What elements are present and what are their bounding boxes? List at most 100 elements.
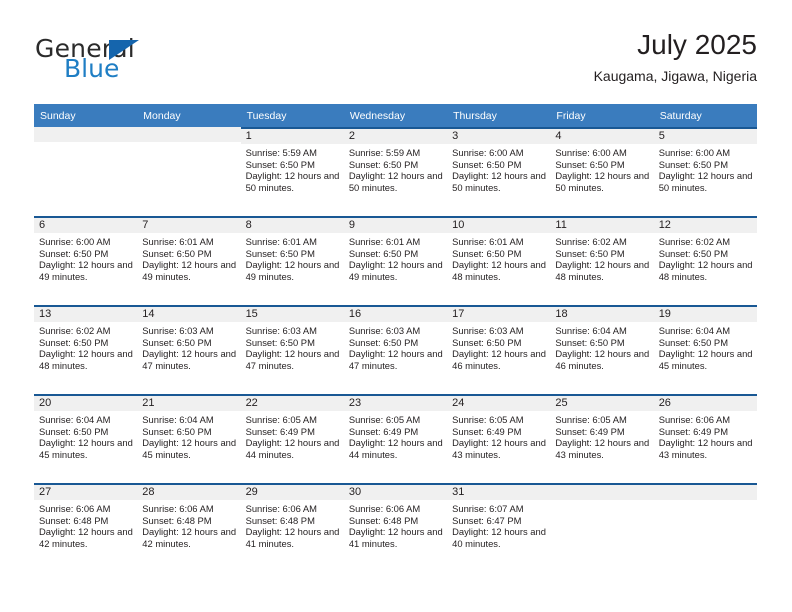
day-cell-empty: [137, 127, 241, 216]
day-cell[interactable]: 17 Sunrise: 6:03 AM Sunset: 6:50 PM Dayligh…: [447, 305, 551, 394]
title-block: July 2025 Kaugama, Jigawa, Nigeria: [594, 28, 757, 84]
day-cell[interactable]: 14 Sunrise: 6:03 AM Sunset: 6:50 PM Dayligh…: [137, 305, 241, 394]
calendar-cell: 2 Sunrise: 5:59 AM Sunset: 6:50 PM Daylight…: [343, 127, 448, 216]
day-cell[interactable]: 19 Sunrise: 6:04 AM Sunset: 6:50 PM Dayligh…: [653, 305, 757, 394]
page-subtitle: Kaugama, Jigawa, Nigeria: [593, 68, 757, 84]
sunrise-text: Sunrise: 6:03 AM: [142, 325, 214, 336]
calendar-cell: 21 Sunrise: 6:04 AM Sunset: 6:50 PM Dayligh…: [137, 394, 241, 483]
day-details: Sunrise: 6:06 AM Sunset: 6:48 PM Daylight:…: [34, 500, 137, 549]
day-cell[interactable]: 30 Sunrise: 6:06 AM Sunset: 6:48 PM Dayligh…: [343, 483, 448, 572]
day-details: Sunrise: 6:04 AM Sunset: 6:50 PM Daylight:…: [137, 411, 240, 460]
day-cell[interactable]: 4 Sunrise: 6:00 AM Sunset: 6:50 PM Daylight…: [550, 127, 654, 216]
calendar-cell: 6 Sunrise: 6:00 AM Sunset: 6:50 PM Daylight…: [34, 216, 138, 305]
day-cell[interactable]: 6 Sunrise: 6:00 AM Sunset: 6:50 PM Daylight…: [34, 216, 138, 305]
day-number: 6: [34, 218, 138, 233]
daylight-text: Daylight: 12 hours and 45 minutes.: [142, 437, 237, 460]
calendar-cell: 11 Sunrise: 6:02 AM Sunset: 6:50 PM Dayligh…: [550, 216, 654, 305]
day-number: [34, 127, 138, 142]
daylight-text: Daylight: 12 hours and 48 minutes.: [555, 259, 650, 282]
day-cell[interactable]: 28 Sunrise: 6:06 AM Sunset: 6:48 PM Dayligh…: [137, 483, 241, 572]
day-details: Sunrise: 6:00 AM Sunset: 6:50 PM Daylight:…: [654, 144, 757, 193]
day-cell[interactable]: 5 Sunrise: 6:00 AM Sunset: 6:50 PM Daylight…: [653, 127, 757, 216]
day-number: 31: [447, 485, 551, 500]
sunset-text: Sunset: 6:50 PM: [39, 247, 109, 259]
sunset-text: Sunset: 6:49 PM: [555, 425, 625, 437]
day-number: 28: [137, 485, 241, 500]
calendar-cell: 4 Sunrise: 6:00 AM Sunset: 6:50 PM Daylight…: [550, 127, 654, 216]
sunset-text: Sunset: 6:50 PM: [245, 247, 315, 259]
day-cell[interactable]: 23 Sunrise: 6:05 AM Sunset: 6:49 PM Dayligh…: [343, 394, 448, 483]
daylight-text: Daylight: 12 hours and 48 minutes.: [39, 348, 133, 371]
sunrise-text: Sunrise: 6:00 AM: [658, 147, 731, 158]
daylight-text: Daylight: 12 hours and 50 minutes.: [452, 170, 546, 193]
day-cell-empty: [34, 127, 138, 216]
sunset-text: Sunset: 6:50 PM: [348, 158, 419, 170]
sunset-text: Sunset: 6:49 PM: [452, 425, 522, 437]
day-cell[interactable]: 24 Sunrise: 6:05 AM Sunset: 6:49 PM Dayligh…: [447, 394, 551, 483]
day-cell[interactable]: 16 Sunrise: 6:03 AM Sunset: 6:50 PM Dayligh…: [343, 305, 448, 394]
calendar-cell: 26 Sunrise: 6:06 AM Sunset: 6:49 PM Dayligh…: [653, 394, 757, 483]
sunset-text: Sunset: 6:50 PM: [142, 336, 212, 348]
sunrise-text: Sunrise: 6:00 AM: [555, 147, 627, 158]
day-cell[interactable]: 13 Sunrise: 6:02 AM Sunset: 6:50 PM Dayligh…: [34, 305, 138, 394]
day-number: 23: [343, 396, 448, 411]
day-cell[interactable]: 9 Sunrise: 6:01 AM Sunset: 6:50 PM Daylight…: [343, 216, 448, 305]
sunset-text: Sunset: 6:50 PM: [245, 336, 315, 348]
calendar-cell: 14 Sunrise: 6:03 AM Sunset: 6:50 PM Dayligh…: [137, 305, 241, 394]
calendar-cell: 22 Sunrise: 6:05 AM Sunset: 6:49 PM Dayligh…: [240, 394, 344, 483]
day-cell[interactable]: 26 Sunrise: 6:06 AM Sunset: 6:49 PM Dayligh…: [653, 394, 757, 483]
sunrise-text: Sunrise: 6:03 AM: [452, 325, 524, 336]
sunset-text: Sunset: 6:50 PM: [452, 336, 522, 348]
sunrise-text: Sunrise: 6:06 AM: [658, 414, 731, 425]
sunset-text: Sunset: 6:50 PM: [348, 336, 419, 348]
sunrise-text: Sunrise: 6:02 AM: [658, 236, 731, 247]
day-cell[interactable]: 10 Sunrise: 6:01 AM Sunset: 6:50 PM Dayligh…: [447, 216, 551, 305]
day-details: Sunrise: 5:59 AM Sunset: 6:50 PM Daylight:…: [241, 144, 344, 193]
sunset-text: Sunset: 6:50 PM: [658, 247, 728, 259]
sunrise-text: Sunrise: 6:05 AM: [452, 414, 524, 425]
day-number: 26: [653, 396, 757, 411]
day-cell[interactable]: 2 Sunrise: 5:59 AM Sunset: 6:50 PM Daylight…: [343, 127, 448, 216]
day-cell[interactable]: 11 Sunrise: 6:02 AM Sunset: 6:50 PM Dayligh…: [550, 216, 654, 305]
sunrise-text: Sunrise: 6:03 AM: [348, 325, 421, 336]
sunset-text: Sunset: 6:49 PM: [348, 425, 419, 437]
calendar-cell: 29 Sunrise: 6:06 AM Sunset: 6:48 PM Dayligh…: [240, 483, 344, 572]
day-cell[interactable]: 31 Sunrise: 6:07 AM Sunset: 6:47 PM Dayligh…: [447, 483, 551, 572]
day-number: 20: [34, 396, 138, 411]
day-number: 25: [550, 396, 654, 411]
calendar-cell: 24 Sunrise: 6:05 AM Sunset: 6:49 PM Dayligh…: [447, 394, 551, 483]
daylight-text: Daylight: 12 hours and 47 minutes.: [142, 348, 237, 371]
daylight-text: Daylight: 12 hours and 47 minutes.: [245, 348, 340, 371]
sunset-text: Sunset: 6:50 PM: [39, 336, 109, 348]
day-number: 2: [343, 129, 448, 144]
day-details: Sunrise: 6:06 AM Sunset: 6:49 PM Daylight:…: [654, 411, 757, 460]
day-cell[interactable]: 29 Sunrise: 6:06 AM Sunset: 6:48 PM Dayligh…: [240, 483, 344, 572]
day-number: 10: [447, 218, 551, 233]
day-cell[interactable]: 15 Sunrise: 6:03 AM Sunset: 6:50 PM Dayligh…: [240, 305, 344, 394]
day-cell[interactable]: 8 Sunrise: 6:01 AM Sunset: 6:50 PM Daylight…: [240, 216, 344, 305]
sunset-text: Sunset: 6:50 PM: [348, 247, 419, 259]
sunset-text: Sunset: 6:48 PM: [142, 514, 212, 526]
day-cell[interactable]: 25 Sunrise: 6:05 AM Sunset: 6:49 PM Dayligh…: [550, 394, 654, 483]
daylight-text: Daylight: 12 hours and 42 minutes.: [142, 526, 237, 549]
day-cell[interactable]: 7 Sunrise: 6:01 AM Sunset: 6:50 PM Daylight…: [137, 216, 241, 305]
day-cell[interactable]: 1 Sunrise: 5:59 AM Sunset: 6:50 PM Daylight…: [240, 127, 344, 216]
day-details: Sunrise: 6:03 AM Sunset: 6:50 PM Daylight:…: [137, 322, 240, 371]
day-details: Sunrise: 6:05 AM Sunset: 6:49 PM Daylight:…: [344, 411, 447, 460]
day-number: 17: [447, 307, 551, 322]
general-blue-logo[interactable]: General Blue: [35, 34, 265, 90]
day-number: 4: [550, 129, 654, 144]
day-cell[interactable]: 3 Sunrise: 6:00 AM Sunset: 6:50 PM Daylight…: [447, 127, 551, 216]
calendar-cell: [653, 483, 757, 572]
day-number: 18: [550, 307, 654, 322]
calendar-cell: 5 Sunrise: 6:00 AM Sunset: 6:50 PM Daylight…: [653, 127, 757, 216]
daylight-text: Daylight: 12 hours and 47 minutes.: [348, 348, 443, 371]
day-cell[interactable]: 12 Sunrise: 6:02 AM Sunset: 6:50 PM Dayligh…: [653, 216, 757, 305]
day-cell[interactable]: 18 Sunrise: 6:04 AM Sunset: 6:50 PM Dayligh…: [550, 305, 654, 394]
day-cell[interactable]: 21 Sunrise: 6:04 AM Sunset: 6:50 PM Dayligh…: [137, 394, 241, 483]
day-details: Sunrise: 6:05 AM Sunset: 6:49 PM Daylight:…: [447, 411, 550, 460]
day-cell[interactable]: 22 Sunrise: 6:05 AM Sunset: 6:49 PM Dayligh…: [240, 394, 344, 483]
day-cell[interactable]: 27 Sunrise: 6:06 AM Sunset: 6:48 PM Dayligh…: [34, 483, 138, 572]
day-details: Sunrise: 6:00 AM Sunset: 6:50 PM Daylight:…: [550, 144, 653, 193]
day-cell[interactable]: 20 Sunrise: 6:04 AM Sunset: 6:50 PM Dayligh…: [34, 394, 138, 483]
